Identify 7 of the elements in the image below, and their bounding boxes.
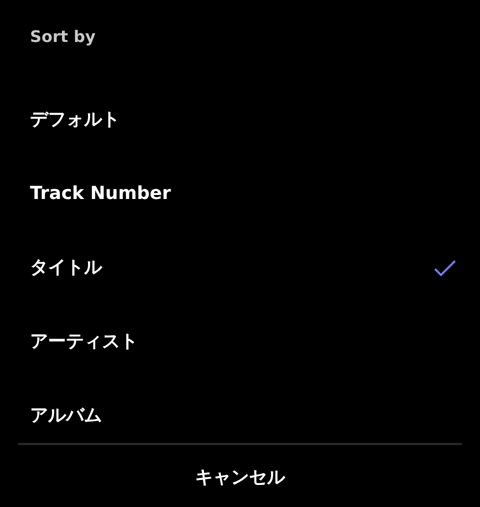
sort-option[interactable]: アルバム — [0, 379, 480, 453]
sort-option[interactable]: アーティスト — [0, 305, 480, 379]
sheet-title: Sort by — [29, 26, 97, 48]
sort-option[interactable]: デフォルト — [0, 83, 480, 157]
cancel-button[interactable]: キャンセル — [181, 459, 299, 495]
sort-option[interactable]: タイトル — [0, 231, 480, 305]
sort-option[interactable]: Track Number — [0, 157, 480, 231]
